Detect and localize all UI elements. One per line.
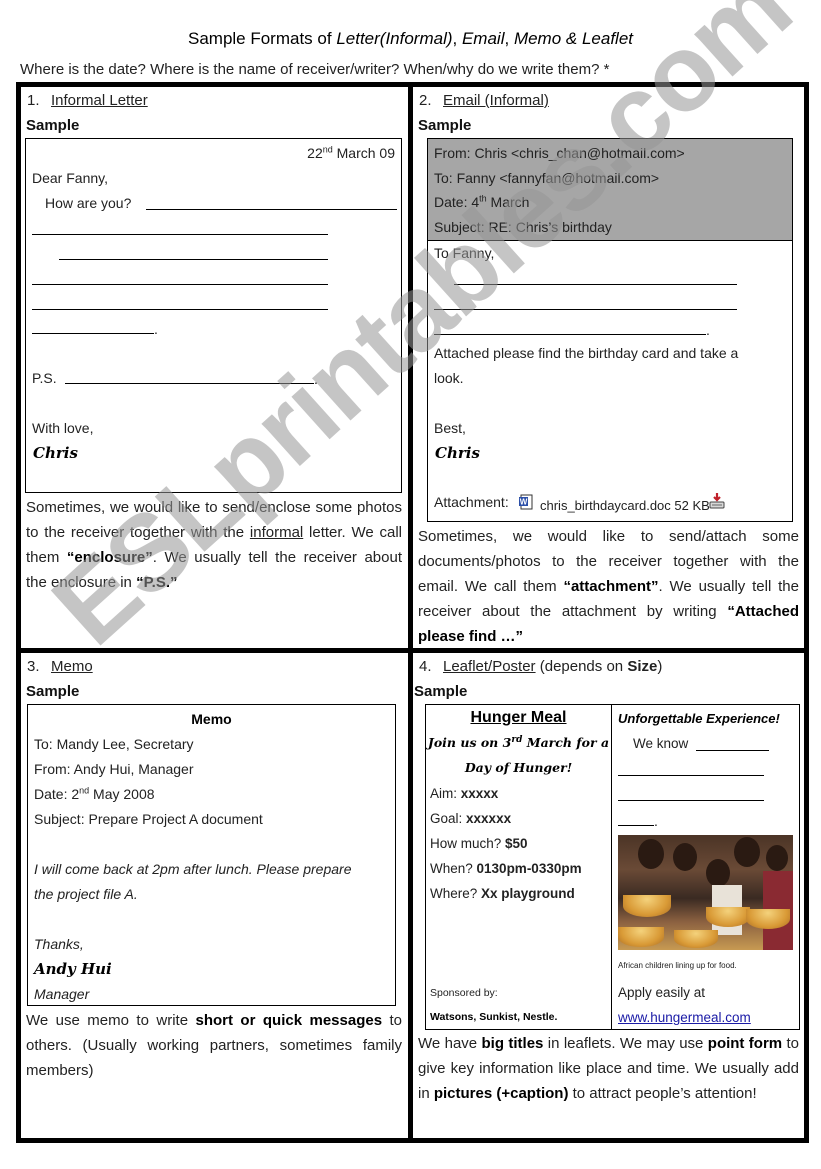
writing-line <box>696 750 769 751</box>
writing-line <box>146 209 397 210</box>
leaflet-url-link[interactable]: www.hungermeal.com <box>618 1010 751 1025</box>
memo-signature: Andy Hui <box>34 960 112 978</box>
memo-closing: Thanks, <box>34 936 84 952</box>
email-to: To: Fanny <fannyfan@hotmail.com> <box>434 170 660 186</box>
writing-line <box>434 309 737 310</box>
attachment-file[interactable]: chris_birthdaycard.doc 52 KB <box>540 498 710 513</box>
memo-body-line: I will come back at 2pm after lunch. Ple… <box>34 861 352 877</box>
svg-text:W: W <box>520 498 528 507</box>
leaflet-column-divider <box>611 705 612 1029</box>
email-body-line: Attached please find the birthday card a… <box>434 345 739 361</box>
memo-to: To: Mandy Lee, Secretary <box>34 736 194 752</box>
leaflet-aim: Aim: xxxxx <box>430 786 499 801</box>
leaflet-sponsor-label: Sponsored by: <box>430 987 498 999</box>
letter-explanation: Sometimes, we would like to send/enclose… <box>26 499 402 591</box>
attachment-label: Attachment: <box>434 494 509 510</box>
email-date: Date: 4th March <box>434 193 530 210</box>
sample-label: Sample <box>418 117 472 134</box>
writing-line <box>32 234 328 235</box>
section-heading: 2. Email (Informal) <box>419 92 549 109</box>
email-header: From: Chris <chris_chan@hotmail.com> To:… <box>428 139 792 241</box>
download-icon[interactable] <box>708 492 726 510</box>
memo-role: Manager <box>34 986 90 1002</box>
word-document-icon: W <box>518 494 534 510</box>
leaflet-tagline: Join us on 3rd March for a <box>427 734 610 750</box>
letter-opening: How are you? <box>45 195 132 211</box>
leaflet-explanation: We have big titles in leaflets. We may u… <box>418 1035 800 1102</box>
leaflet-sponsors: Watsons, Sunkist, Nestle. <box>430 1011 558 1023</box>
letter-section: 1. Informal Letter Sample 22nd March 09 D… <box>21 87 408 648</box>
leaflet-when: When? 0130pm-0330pm <box>430 861 582 876</box>
letter-sample-box: 22nd March 09 Dear Fanny, How are you? .… <box>25 138 402 493</box>
leaflet-goal: Goal: xxxxxx <box>430 811 512 826</box>
letter-date: 22nd March 09 <box>307 144 395 161</box>
section-heading: 4. Leaflet/Poster (depends on Size) <box>419 658 663 675</box>
memo-section: 3. Memo Sample Memo To: Mandy Lee, Secret… <box>21 653 408 1138</box>
email-greeting: To Fanny, <box>434 245 495 261</box>
writing-line <box>65 383 314 384</box>
sample-label: Sample <box>414 683 468 700</box>
writing-line <box>434 334 706 335</box>
letter-greeting: Dear Fanny, <box>32 170 108 186</box>
email-section: 2. Email (Informal) Sample From: Chris <c… <box>413 87 804 648</box>
writing-line <box>32 333 154 334</box>
guiding-question: Where is the date? Where is the name of … <box>20 61 610 78</box>
writing-line <box>618 800 764 801</box>
email-closing: Best, <box>434 420 466 436</box>
section-heading: 1. Informal Letter <box>27 92 148 109</box>
leaflet-tagline: Day of Hunger! <box>464 760 573 775</box>
writing-line <box>618 825 654 826</box>
email-from: From: Chris <chris_chan@hotmail.com> <box>434 145 685 161</box>
leaflet-sample-box: Hunger Meal Join us on 3rd March for a D… <box>425 704 800 1030</box>
leaflet-title: Hunger Meal <box>470 709 567 726</box>
writing-line <box>59 259 328 260</box>
section-heading: 3. Memo <box>27 658 93 675</box>
email-subject: Subject: RE: Chris’s birthday <box>434 219 612 235</box>
writing-line <box>32 309 328 310</box>
memo-subject: Subject: Prepare Project A document <box>34 811 263 827</box>
memo-body-line: the project file A. <box>34 886 138 902</box>
memo-from: From: Andy Hui, Manager <box>34 761 194 777</box>
leaflet-right-title: Unforgettable Experience! <box>618 711 780 726</box>
formats-table: 1. Informal Letter Sample 22nd March 09 D… <box>16 82 809 1143</box>
leaflet-section: 4. Leaflet/Poster (depends on Size) Sampl… <box>413 653 804 1138</box>
leaflet-we-know: We know <box>633 736 689 751</box>
writing-line <box>32 284 328 285</box>
email-body-line: look. <box>434 370 464 386</box>
memo-explanation: We use memo to write short or quick mess… <box>26 1012 402 1079</box>
page-title: Sample Formats of Letter(Informal), Emai… <box>187 29 633 48</box>
leaflet-where: Where? Xx playground <box>430 886 575 901</box>
leaflet-price: How much? $50 <box>430 836 528 851</box>
photo-caption: African children lining up for food. <box>618 961 737 970</box>
sample-label: Sample <box>26 683 80 700</box>
ps-label: P.S. <box>32 370 57 386</box>
sample-label: Sample <box>26 117 80 134</box>
memo-sample-box: Memo To: Mandy Lee, Secretary From: Andy… <box>27 704 396 1006</box>
email-signature: Chris <box>435 444 480 462</box>
children-photo <box>618 835 793 950</box>
letter-closing: With love, <box>32 420 94 436</box>
email-sample-box: From: Chris <chris_chan@hotmail.com> To:… <box>427 138 793 522</box>
writing-line <box>618 775 764 776</box>
letter-signature: Chris <box>33 444 78 462</box>
email-explanation: Sometimes, we would like to send/attach … <box>418 528 799 645</box>
leaflet-apply: Apply easily at <box>618 985 706 1000</box>
writing-line <box>454 284 737 285</box>
memo-date: Date: 2nd May 2008 <box>34 785 155 802</box>
memo-title: Memo <box>191 711 232 727</box>
